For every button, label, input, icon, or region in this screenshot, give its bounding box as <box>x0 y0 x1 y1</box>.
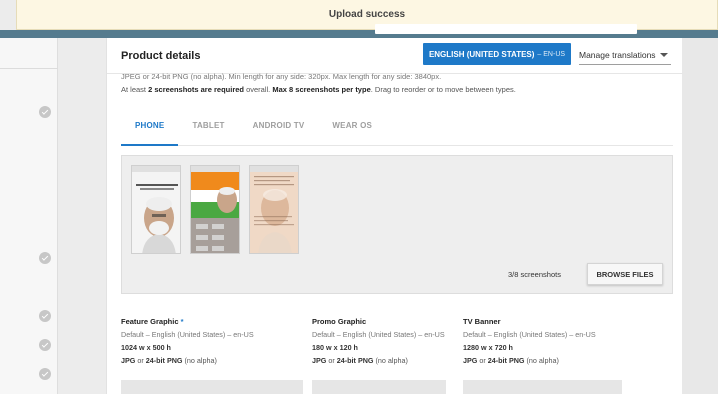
screenshot-thumbnail-3[interactable] <box>249 165 299 254</box>
feature-graphic-title: Feature Graphic * <box>121 317 184 326</box>
manage-translations-dropdown[interactable]: Manage translations <box>579 45 671 65</box>
required-marker: * <box>180 317 184 326</box>
language-button-label: ENGLISH (UNITED STATES) <box>428 49 535 59</box>
language-code: – EN-US <box>537 50 566 58</box>
feature-graphic-size: 1024 w x 500 h <box>121 343 171 352</box>
screenshot-rules-text: At least 2 screenshots are required over… <box>121 85 516 94</box>
tv-banner-title: TV Banner <box>463 317 501 326</box>
feature-graphic-format: JPG or 24-bit PNG (no alpha) <box>121 356 217 365</box>
tv-banner-size: 1280 w x 720 h <box>463 343 513 352</box>
promo-graphic-upload-area[interactable] <box>312 380 446 394</box>
promo-graphic-size: 180 w x 120 h <box>312 343 358 352</box>
page-title: Product details <box>121 50 201 62</box>
left-navigation <box>0 38 58 394</box>
nav-divider <box>0 68 58 69</box>
check-circle-icon <box>39 310 51 322</box>
manage-translations-label: Manage translations <box>579 49 656 60</box>
product-details-card: Product details ENGLISH (UNITED STATES) … <box>106 38 683 394</box>
device-tabs: PHONE TABLET ANDROID TV WEAR OS <box>121 118 673 146</box>
feature-graphic-upload-area[interactable] <box>121 380 303 394</box>
check-circle-icon <box>39 106 51 118</box>
language-button[interactable]: ENGLISH (UNITED STATES) – EN-US <box>423 43 571 65</box>
tv-banner-section: TV Banner Default – English (United Stat… <box>463 317 596 365</box>
tv-banner-language: Default – English (United States) – en-U… <box>463 330 596 339</box>
promo-graphic-format: JPG or 24-bit PNG (no alpha) <box>312 356 408 365</box>
card-header: Product details ENGLISH (UNITED STATES) … <box>107 38 683 74</box>
screenshot-requirements-text: JPEG or 24-bit PNG (no alpha). Min lengt… <box>121 72 442 81</box>
feature-graphic-section: Feature Graphic * Default – English (Uni… <box>121 317 254 365</box>
promo-graphic-section: Promo Graphic Default – English (United … <box>312 317 445 365</box>
screenshot-dropzone[interactable]: 3/8 screenshots BROWSE FILES <box>121 155 673 294</box>
screenshot-count: 3/8 screenshots <box>508 270 561 279</box>
tab-phone[interactable]: PHONE <box>121 118 179 146</box>
right-panel-edge <box>681 38 718 394</box>
app-bar <box>0 24 718 38</box>
search-input[interactable] <box>375 24 637 34</box>
screenshot-thumbnail-1[interactable] <box>131 165 181 254</box>
browse-files-button[interactable]: BROWSE FILES <box>587 263 663 285</box>
check-circle-icon <box>39 339 51 351</box>
tab-tablet[interactable]: TABLET <box>178 118 238 146</box>
chevron-down-icon <box>660 52 668 57</box>
screenshot-thumbnail-2[interactable] <box>190 165 240 254</box>
promo-graphic-title: Promo Graphic <box>312 317 367 326</box>
tab-wear-os[interactable]: WEAR OS <box>318 118 386 146</box>
tv-banner-upload-area[interactable] <box>463 380 622 394</box>
toast-message: Upload success <box>328 9 406 20</box>
tab-android-tv[interactable]: ANDROID TV <box>239 118 319 146</box>
check-circle-icon <box>39 368 51 380</box>
check-circle-icon <box>39 252 51 264</box>
tv-banner-format: JPG or 24-bit PNG (no alpha) <box>463 356 559 365</box>
promo-graphic-language: Default – English (United States) – en-U… <box>312 330 445 339</box>
feature-graphic-language: Default – English (United States) – en-U… <box>121 330 254 339</box>
